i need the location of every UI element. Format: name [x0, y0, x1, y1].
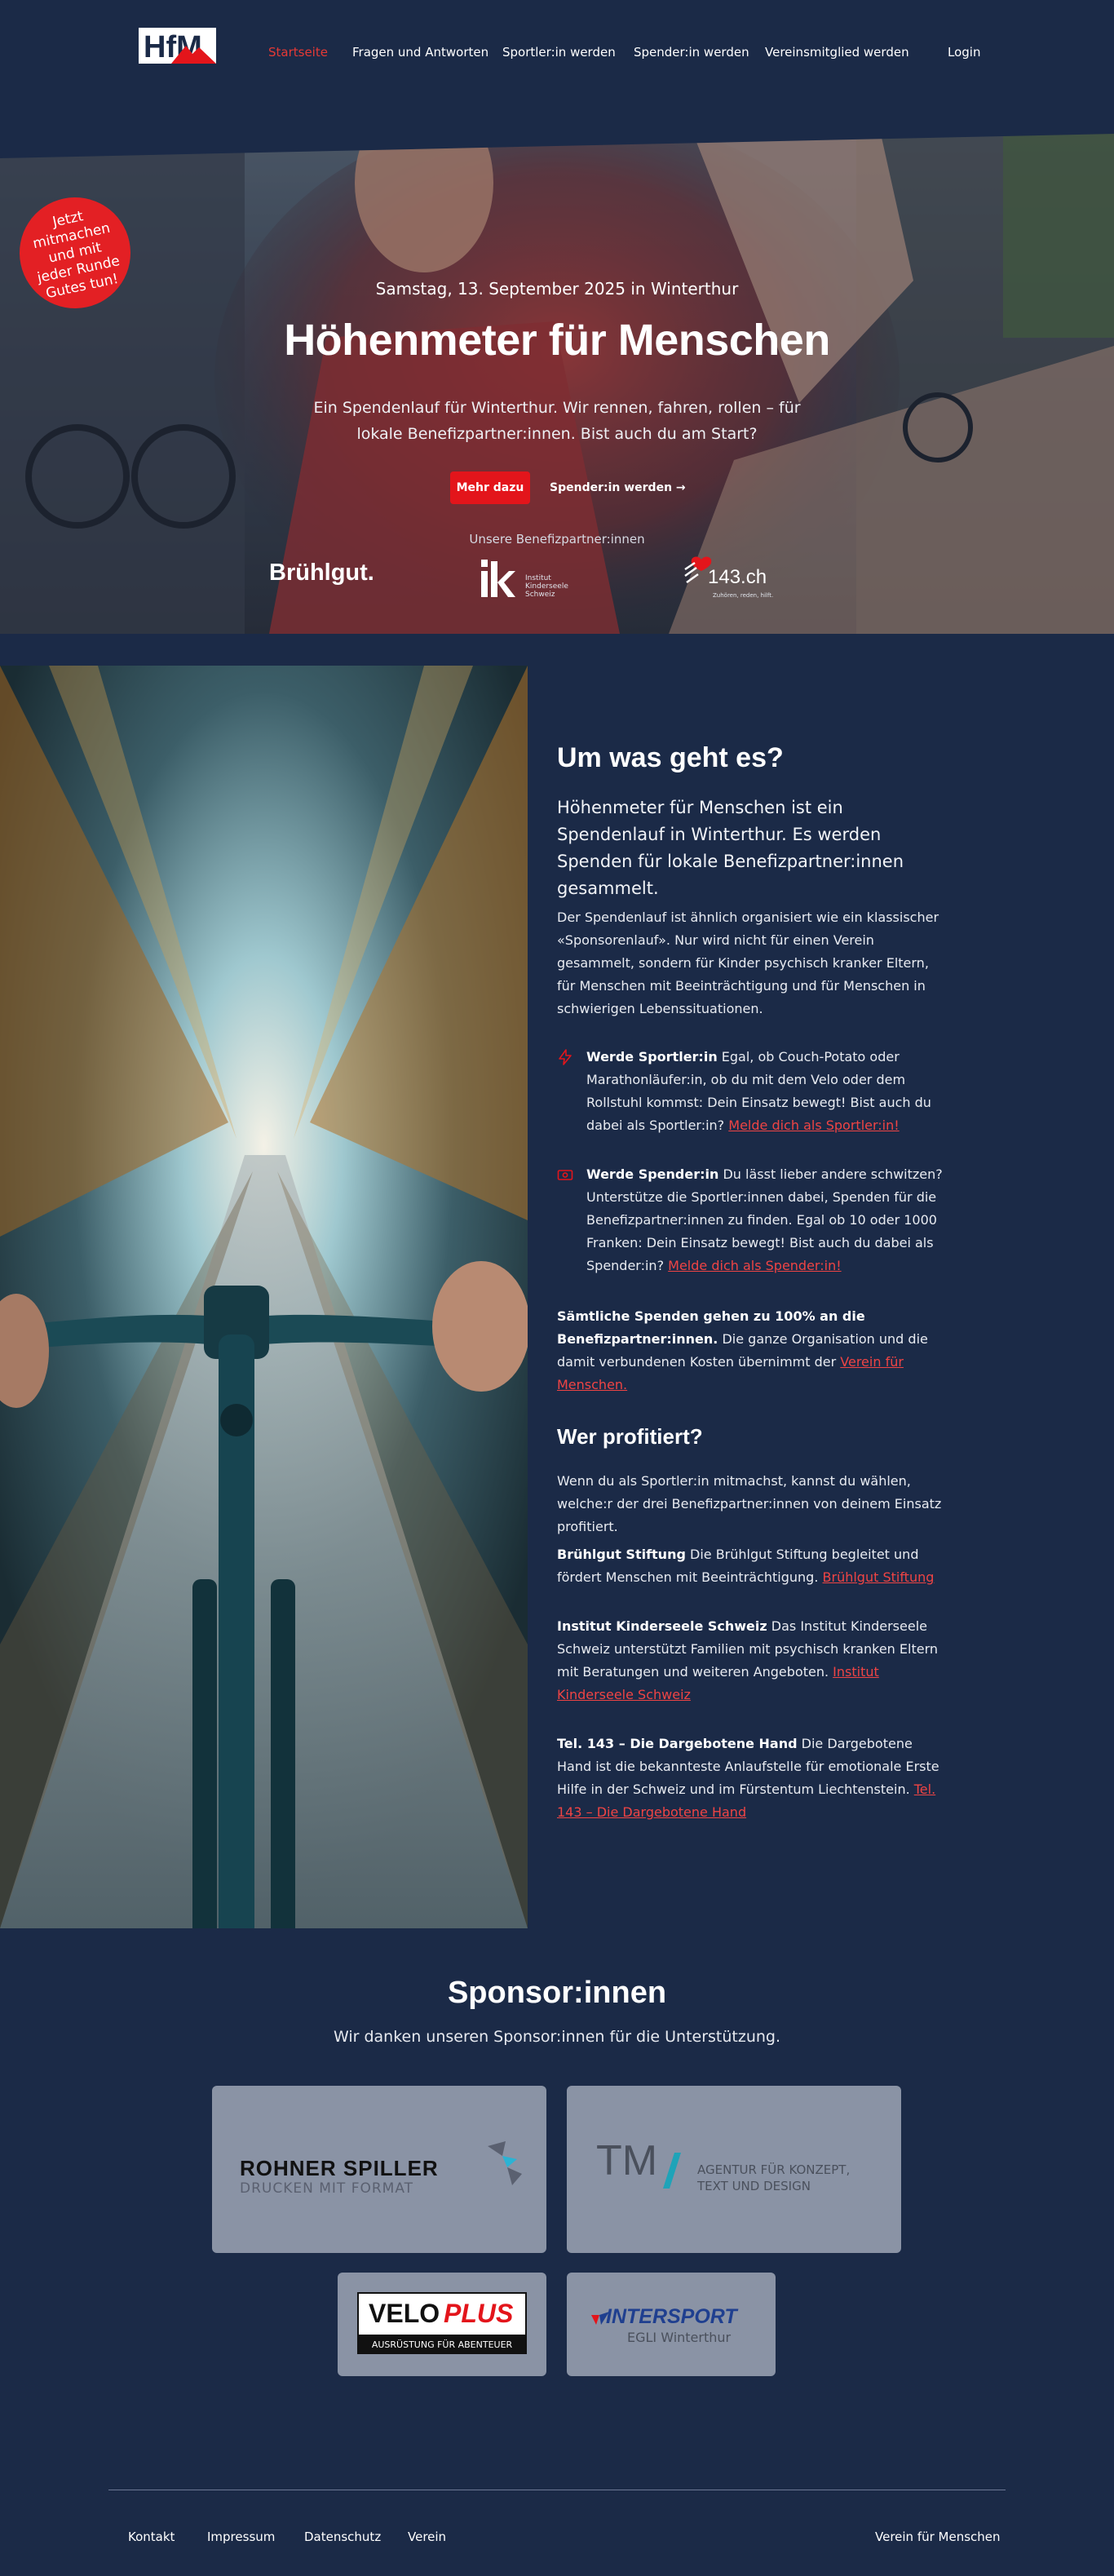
- sponsor-veloplus[interactable]: VELO PLUS AUSRÜSTUNG FÜR ABENTEUER: [338, 2273, 546, 2376]
- sponsor-tm-name: TM: [596, 2137, 658, 2184]
- rohner-mark-icon: [488, 2141, 522, 2185]
- sponsor-rohner-name: ROHNER SPILLER: [240, 2156, 439, 2180]
- beneficiary-143: Tel. 143 – Die Dargebotene Hand Die Darg…: [557, 1733, 948, 1824]
- donation-note: Sämtliche Spenden gehen zu 100% an die B…: [557, 1305, 948, 1396]
- site-logo[interactable]: HfM: [139, 28, 216, 64]
- nav-sportler[interactable]: Sportler:in werden: [502, 45, 616, 61]
- veloplus-tagline: AUSRÜSTUNG FÜR ABENTEUER: [357, 2336, 527, 2354]
- who-benefits-intro: Wenn du als Sportler:in mitmachst, kanns…: [557, 1473, 942, 1534]
- footer-impressum[interactable]: Impressum: [207, 2530, 275, 2544]
- site-header: HfM Startseite Fragen und Antworten Spor…: [0, 0, 1114, 106]
- nav-login[interactable]: Login: [948, 45, 980, 61]
- event-date: Samstag, 13. September 2025 in Winterthu…: [375, 279, 739, 299]
- sponsor-tm-tagline2: TEXT UND DESIGN: [697, 2179, 811, 2193]
- partner-143-name: 143.ch: [708, 566, 767, 588]
- feature-athlete-title: Werde Sportler:in: [586, 1049, 718, 1064]
- nav-spender[interactable]: Spender:in werden: [634, 45, 749, 61]
- bruehlgut-link[interactable]: Brühlgut Stiftung: [823, 1569, 935, 1585]
- beneficiary-name: Institut Kinderseele Schweiz: [557, 1618, 767, 1634]
- feature-athlete-text: Werde Sportler:in Egal, ob Couch-Potato …: [586, 1046, 948, 1137]
- sponsor-intersport[interactable]: INTERSPORT EGLI Winterthur: [567, 2273, 776, 2376]
- sponsor-rohner-tagline: DRUCKEN MIT FORMAT: [240, 2180, 414, 2197]
- hero-top-slant: [0, 134, 1114, 158]
- about-intro: Der Spendenlauf ist ähnlich organisiert …: [557, 910, 939, 1016]
- beneficiary-bruehlgut: Brühlgut Stiftung Die Brühlgut Stiftung …: [557, 1543, 948, 1589]
- partner-logo-143[interactable]: 143.ch Zuhören, reden, hilft.: [683, 555, 781, 600]
- feature-donor-title: Werde Spender:in: [586, 1166, 719, 1182]
- tm-slash-icon: [663, 2153, 681, 2189]
- veloplus-box: VELO PLUS: [357, 2292, 527, 2336]
- cycling-photo: [0, 666, 528, 1928]
- signup-donor-link[interactable]: Melde dich als Spender:in!: [668, 1258, 841, 1273]
- iks-line2: Kinderseele: [525, 582, 568, 591]
- hero-title: Höhenmeter für Menschen: [284, 316, 830, 365]
- feature-athlete: Werde Sportler:in Egal, ob Couch-Potato …: [557, 1046, 948, 1160]
- sponsor-intersport-name: INTERSPORT: [606, 2305, 737, 2328]
- iks-line1: Institut: [525, 574, 551, 582]
- partner-logo-iks[interactable]: Institut Kinderseele Schweiz: [480, 558, 577, 604]
- sponsors-title: Sponsor:innen: [447, 1976, 667, 2010]
- about-lead: Höhenmeter für Menschen ist ein Spendenl…: [557, 798, 904, 898]
- footer-kontakt[interactable]: Kontakt: [128, 2530, 175, 2544]
- sponsors-subtitle: Wir danken unseren Sponsor:innen für die…: [333, 2028, 781, 2046]
- beneficiary-name: Tel. 143 – Die Dargebotene Hand: [557, 1736, 798, 1751]
- lightning-icon: [559, 1049, 572, 1065]
- footer-datenschutz[interactable]: Datenschutz: [304, 2530, 381, 2544]
- nav-vereinsmitglied[interactable]: Vereinsmitglied werden: [765, 45, 909, 61]
- nav-faq[interactable]: Fragen und Antworten: [352, 45, 488, 61]
- veloplus-plus: PLUS: [444, 2299, 514, 2328]
- about-title: Um was geht es?: [557, 742, 784, 773]
- footer-verein[interactable]: Verein: [408, 2530, 446, 2544]
- footer-verein-fuer-menschen[interactable]: Verein für Menschen: [875, 2530, 1001, 2544]
- banknote-icon: [557, 1170, 573, 1180]
- feature-donor: Werde Spender:in Du lässt lieber andere …: [557, 1163, 948, 1302]
- veloplus-velo: VELO: [369, 2299, 440, 2328]
- partner-logo-bruehlgut[interactable]: Brühlgut.: [269, 560, 374, 586]
- partner-143-tagline: Zuhören, reden, hilft.: [713, 592, 774, 599]
- iks-line3: Schweiz: [525, 591, 555, 599]
- feature-donor-text: Werde Spender:in Du lässt lieber andere …: [586, 1163, 948, 1277]
- hero-subtitle: Ein Spendenlauf für Winterthur. Wir renn…: [313, 399, 801, 443]
- sponsor-tm-tagline1: AGENTUR FÜR KONZEPT,: [697, 2162, 851, 2177]
- become-donor-link[interactable]: Spender:in werden →: [550, 471, 686, 504]
- sponsor-rohner-spiller[interactable]: ROHNER SPILLER DRUCKEN MIT FORMAT: [212, 2086, 546, 2253]
- partners-label: Unsere Benefizpartner:innen: [469, 532, 645, 547]
- beneficiary-iks: Institut Kinderseele Schweiz Das Institu…: [557, 1615, 948, 1706]
- hero-section: Jetzt mitmachen und mit jeder Runde Gute…: [0, 134, 1114, 634]
- nav-startseite[interactable]: Startseite: [268, 45, 328, 61]
- signup-athlete-link[interactable]: Melde dich als Sportler:in!: [728, 1118, 899, 1133]
- more-button[interactable]: Mehr dazu: [450, 471, 530, 504]
- beneficiary-name: Brühlgut Stiftung: [557, 1547, 686, 1562]
- sponsor-tm[interactable]: TM AGENTUR FÜR KONZEPT, TEXT UND DESIGN: [567, 2086, 901, 2253]
- sponsor-intersport-tagline: EGLI Winterthur: [627, 2330, 732, 2345]
- who-benefits-title: Wer profitiert?: [557, 1424, 703, 1449]
